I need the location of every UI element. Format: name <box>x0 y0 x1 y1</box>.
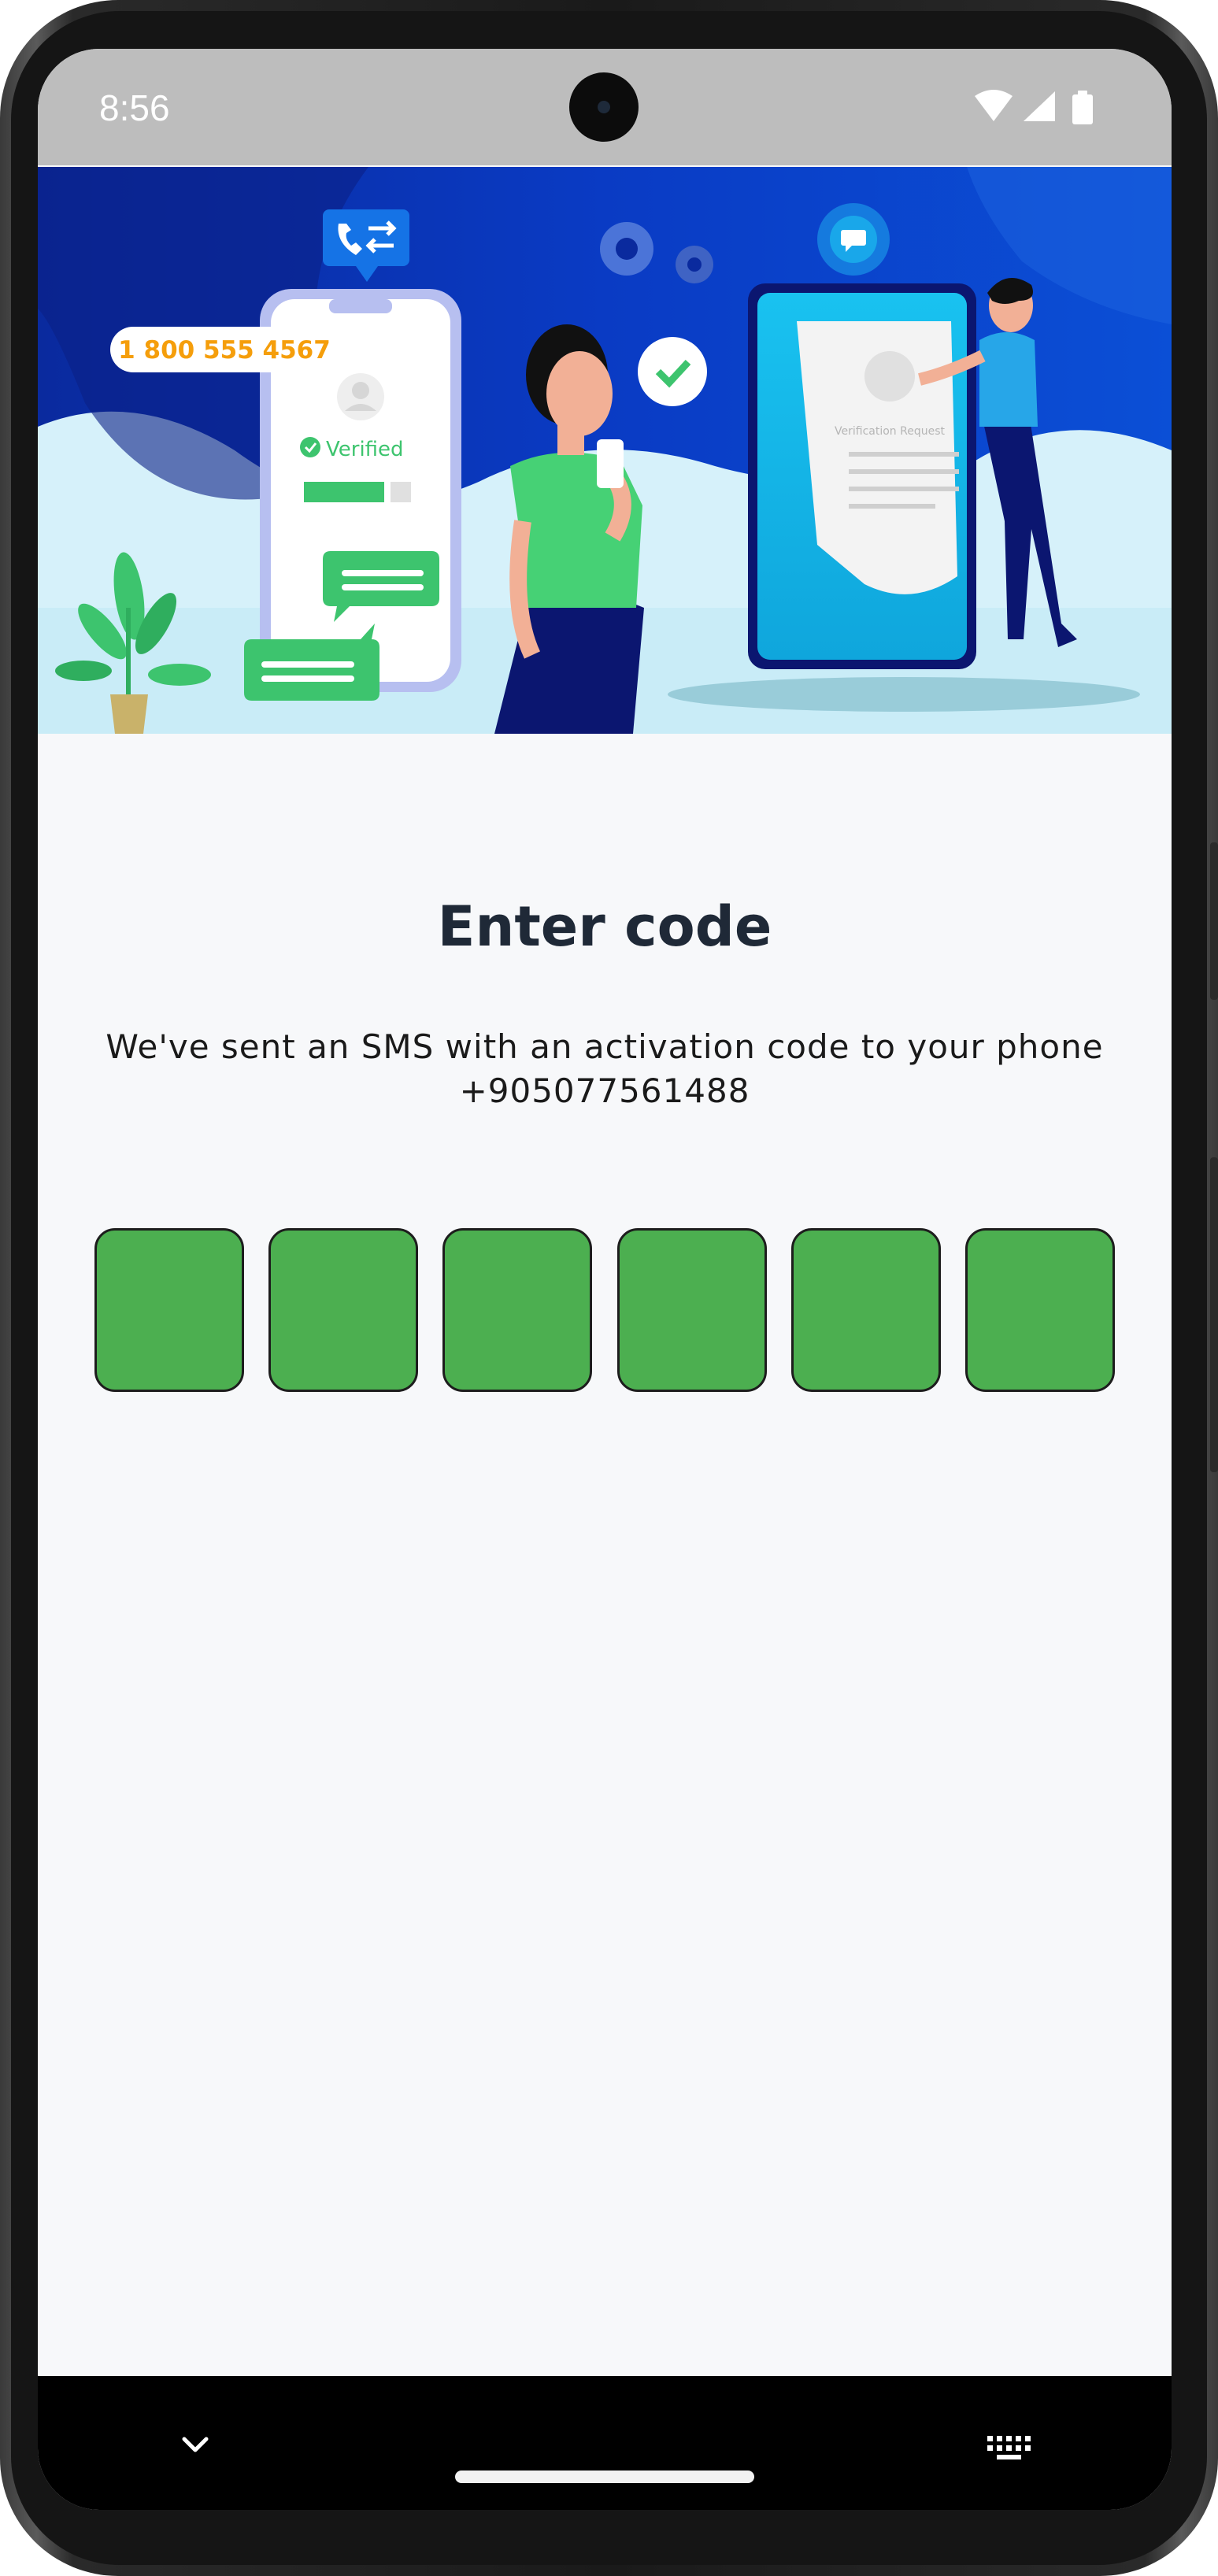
home-gesture-bar[interactable] <box>455 2471 754 2483</box>
otp-digit-5[interactable] <box>790 1228 941 1392</box>
sms-info-text: We've sent an SMS with an activation cod… <box>85 1025 1124 1113</box>
screen: 8:56 Verified 1 800 555 4567 Verificatio… <box>38 49 1172 2510</box>
status-bar: 8:56 <box>38 49 1172 165</box>
wifi-icon <box>975 90 1013 121</box>
chat-icon <box>817 203 890 276</box>
otp-digit-1[interactable] <box>94 1228 244 1392</box>
checkmark-icon <box>638 337 707 406</box>
volume-button <box>1210 1157 1218 1472</box>
status-time: 8:56 <box>99 87 170 128</box>
front-camera <box>569 72 639 142</box>
verified-label: Verified <box>326 438 404 461</box>
phone-number-pill: 1 800 555 4567 <box>110 327 339 372</box>
power-button <box>1210 842 1218 1000</box>
page-title: Enter code <box>437 894 772 959</box>
battery-icon <box>1072 91 1093 124</box>
phone-number-label: 1 800 555 4567 <box>118 336 331 365</box>
keyboard-icon[interactable] <box>983 2422 1038 2469</box>
verification-request-label: Verification Request <box>835 425 945 438</box>
otp-digit-3[interactable] <box>442 1228 593 1392</box>
navigation-bar <box>38 2376 1172 2510</box>
otp-digit-4[interactable] <box>616 1228 767 1392</box>
phone-frame: 8:56 Verified 1 800 555 4567 Verificatio… <box>0 0 1218 2576</box>
otp-digit-6[interactable] <box>964 1228 1115 1392</box>
phone-number-text: +905077561488 <box>459 1071 750 1110</box>
sms-info-line: We've sent an SMS with an activation cod… <box>106 1027 1104 1066</box>
chevron-down-icon[interactable] <box>172 2422 219 2469</box>
status-icons <box>975 90 1093 124</box>
otp-input-row <box>94 1228 1115 1393</box>
otp-digit-2[interactable] <box>268 1228 419 1392</box>
hero-illustration: Verified 1 800 555 4567 Verification Req… <box>38 167 1172 734</box>
